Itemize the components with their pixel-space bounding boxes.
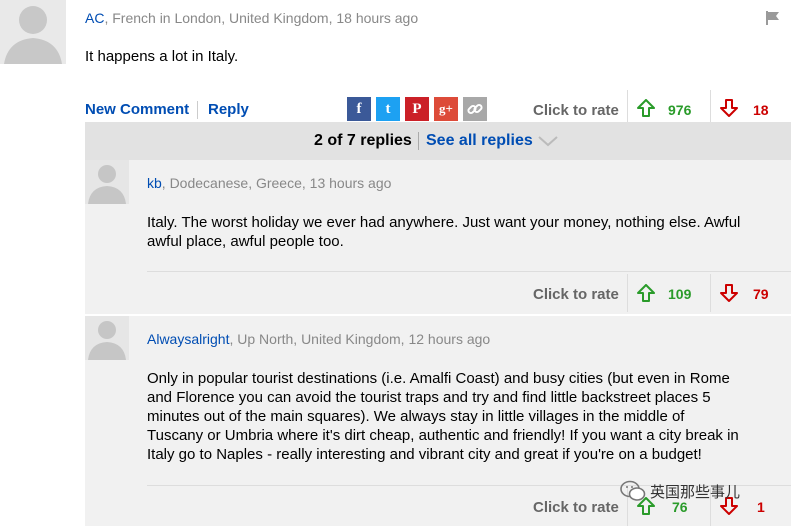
wechat-icon xyxy=(620,480,646,507)
reply-meta: Alwaysalright, Up North, United Kingdom,… xyxy=(147,331,490,347)
link-icon[interactable] xyxy=(463,97,487,121)
comment-meta: AC, French in London, United Kingdom, 18… xyxy=(85,10,418,26)
flag-icon[interactable] xyxy=(766,11,780,25)
reply-meta: kb, Dodecanese, Greece, 13 hours ago xyxy=(147,175,391,191)
down-vote-count: 1 xyxy=(757,499,765,515)
thumbs-up-icon[interactable] xyxy=(637,284,655,307)
see-all-replies-link[interactable]: See all replies xyxy=(426,132,533,150)
up-vote-count: 976 xyxy=(668,102,692,118)
reply-text: Italy. The worst holiday we ever had any… xyxy=(147,214,741,250)
divider xyxy=(197,101,198,119)
down-vote-count: 79 xyxy=(753,286,769,302)
googleplus-icon[interactable]: g+ xyxy=(434,97,458,121)
down-vote-count: 18 xyxy=(753,102,769,118)
thumbs-down-icon[interactable] xyxy=(720,99,738,122)
facebook-icon[interactable]: f xyxy=(347,97,371,121)
reply-location: , Dodecanese, Greece, 13 hours ago xyxy=(161,175,392,191)
reply-author[interactable]: Alwaysalright xyxy=(147,331,229,347)
comment-author[interactable]: AC xyxy=(85,10,104,26)
divider xyxy=(627,274,628,312)
comment-location: , French in London, United Kingdom, 18 h… xyxy=(104,10,419,26)
twitter-icon[interactable]: t xyxy=(376,97,400,121)
avatar xyxy=(85,160,129,204)
reply-text: Only in popular tourist destinations (i.… xyxy=(147,370,739,463)
replies-count: 2 of 7 replies xyxy=(314,132,412,149)
pinterest-icon[interactable]: P xyxy=(405,97,429,121)
divider xyxy=(147,271,791,272)
avatar xyxy=(85,316,129,360)
up-vote-count: 109 xyxy=(668,286,692,302)
watermark-text: 英国那些事儿 xyxy=(650,483,741,501)
reply-author[interactable]: kb xyxy=(147,175,162,191)
thumbs-up-icon[interactable] xyxy=(637,99,655,122)
thumbs-down-icon[interactable] xyxy=(720,284,738,307)
reply-link[interactable]: Reply xyxy=(208,101,249,118)
divider xyxy=(710,274,711,312)
avatar xyxy=(0,0,66,64)
divider xyxy=(418,132,419,150)
new-comment-link[interactable]: New Comment xyxy=(85,101,189,118)
click-to-rate-label: Click to rate xyxy=(533,499,619,516)
comment-text: It happens a lot in Italy. xyxy=(85,48,239,65)
reply-location: , Up North, United Kingdom, 12 hours ago xyxy=(229,331,491,347)
click-to-rate-label: Click to rate xyxy=(533,102,619,119)
click-to-rate-label: Click to rate xyxy=(533,286,619,303)
chevron-down-icon[interactable] xyxy=(537,134,559,153)
